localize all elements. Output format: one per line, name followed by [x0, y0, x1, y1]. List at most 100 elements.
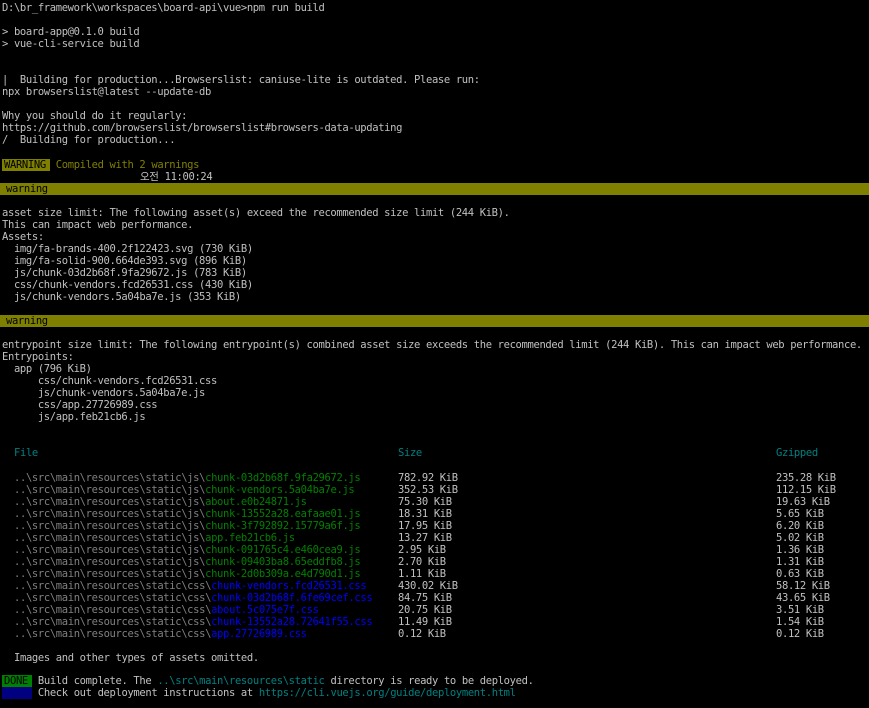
table-row-gzipped: 58.12 KiB [776, 580, 830, 592]
file-path-prefix: ..\src\main\resources\static\js\ [14, 568, 206, 580]
table-row-gzipped: 6.20 KiB [776, 520, 824, 532]
table-row-size: 782.92 KiB [398, 472, 458, 484]
file-path-prefix: ..\src\main\resources\static\js\ [14, 472, 206, 484]
table-row-size: 11.49 KiB [398, 616, 452, 628]
file-name: chunk-091765c4.e460cea9.js [205, 544, 361, 556]
file-name: chunk-vendors.fcd26531.css [211, 580, 367, 592]
table-row-file: ..\src\main\resources\static\css\chunk-0… [14, 592, 373, 604]
file-name: app.feb21cb6.js [205, 532, 295, 544]
file-name: chunk-2d0b309a.e4d790d1.js [205, 568, 361, 580]
asset-line: img/fa-brands-400.2f122423.svg (730 KiB) [2, 243, 253, 255]
table-row-size: 2.95 KiB [398, 544, 446, 556]
table-row-file: ..\src\main\resources\static\js\chunk-13… [14, 508, 361, 520]
table-row-gzipped: 0.63 KiB [776, 568, 824, 580]
warning-line: This can impact web performance. [2, 219, 194, 231]
table-row-file: ..\src\main\resources\static\js\chunk-03… [14, 472, 361, 484]
file-name: about.e0b24871.js [205, 496, 307, 508]
file-name: chunk-03d2b68f.9fa29672.js [205, 472, 361, 484]
file-name: about.5c075e7f.css [211, 604, 319, 616]
warning-line: Entrypoints: [2, 351, 74, 363]
file-path-prefix: ..\src\main\resources\static\css\ [14, 616, 212, 628]
file-path-prefix: ..\src\main\resources\static\js\ [14, 532, 206, 544]
build-output-line: https://github.com/browserslist/browsers… [2, 122, 403, 134]
table-row-file: ..\src\main\resources\static\js\chunk-09… [14, 544, 361, 556]
file-name: chunk-13552a28.eafaae01.js [205, 508, 361, 520]
file-column-header: File [14, 447, 38, 459]
entrypoint-line: css/chunk-vendors.fcd26531.css [2, 375, 218, 387]
table-row-size: 13.27 KiB [398, 532, 452, 544]
table-row-file: ..\src\main\resources\static\css\chunk-v… [14, 580, 367, 592]
table-row-file: ..\src\main\resources\static\js\chunk-2d… [14, 568, 361, 580]
entrypoint-line: css/app.27726989.css [2, 399, 158, 411]
file-name: chunk-3f792892.15779a6f.js [205, 520, 361, 532]
file-path-prefix: ..\src\main\resources\static\css\ [14, 592, 212, 604]
command-line: D:\br_framework\workspaces\board-api\vue… [2, 2, 325, 14]
entrypoint-line: js/chunk-vendors.5a04ba7e.js [2, 387, 206, 399]
build-complete-text: Build complete. The [37, 675, 158, 687]
warning-line: entrypoint size limit: The following ent… [2, 339, 862, 351]
table-row-file: ..\src\main\resources\static\js\chunk-3f… [14, 520, 361, 532]
table-row-gzipped: 235.28 KiB [776, 472, 836, 484]
file-path-prefix: ..\src\main\resources\static\js\ [14, 544, 206, 556]
table-row-size: 1.11 KiB [398, 568, 446, 580]
table-row-gzipped: 19.63 KiB [776, 496, 830, 508]
entrypoint-line: app (796 KiB) [2, 363, 92, 375]
file-name: chunk-09403ba8.65eddfb8.js [205, 556, 361, 568]
build-output-line: Why you should do it regularly: [2, 110, 188, 122]
file-path-prefix: ..\src\main\resources\static\js\ [14, 520, 206, 532]
file-path-prefix: ..\src\main\resources\static\css\ [14, 628, 212, 640]
warning-bar: warning [0, 183, 869, 195]
entrypoint-line: js/app.feb21cb6.js [2, 411, 146, 423]
table-row-file: ..\src\main\resources\static\js\about.e0… [14, 496, 307, 508]
deploy-info-line: INFO Check out deployment instructions a… [2, 687, 516, 699]
file-path-prefix: ..\src\main\resources\static\js\ [14, 484, 206, 496]
table-row-file: ..\src\main\resources\static\css\about.5… [14, 604, 319, 616]
compiled-status-text: Compiled with 2 warnings [55, 159, 200, 171]
table-row-gzipped: 5.02 KiB [776, 532, 824, 544]
compiled-timestamp: 오전 11:00:24 [140, 171, 213, 183]
build-output-line: | Building for production...Browserslist… [2, 74, 480, 86]
file-path-prefix: ..\src\main\resources\static\css\ [14, 580, 212, 592]
warning-badge: WARNING [2, 159, 50, 171]
file-name: chunk-13552a28.72641f55.css [211, 616, 373, 628]
table-row-size: 84.75 KiB [398, 592, 452, 604]
asset-line: js/chunk-vendors.5a04ba7e.js (353 KiB) [2, 291, 241, 303]
file-name: chunk-03d2b68f.6fe69cef.css [211, 592, 373, 604]
table-row-size: 430.02 KiB [398, 580, 458, 592]
table-row-file: ..\src\main\resources\static\css\app.277… [14, 628, 307, 640]
table-row-file: ..\src\main\resources\static\js\chunk-09… [14, 556, 361, 568]
build-complete-line: DONE Build complete. The ..\src\main\res… [2, 675, 534, 687]
file-path-prefix: ..\src\main\resources\static\js\ [14, 496, 206, 508]
table-row-gzipped: 112.15 KiB [776, 484, 836, 496]
build-output-line: npx browserslist@latest --update-db [2, 86, 212, 98]
table-row-size: 18.31 KiB [398, 508, 452, 520]
table-row-file: ..\src\main\resources\static\css\chunk-1… [14, 616, 373, 628]
table-row-file: ..\src\main\resources\static\js\app.feb2… [14, 532, 295, 544]
file-path-prefix: ..\src\main\resources\static\css\ [14, 604, 212, 616]
npm-script-line: > board-app@0.1.0 build [2, 26, 140, 38]
compiled-status-line: WARNING Compiled with 2 warnings [2, 159, 199, 171]
deployment-guide-link[interactable]: https://cli.vuejs.org/guide/deployment.h… [259, 687, 516, 699]
table-row-gzipped: 1.54 KiB [776, 616, 824, 628]
table-row-size: 17.95 KiB [398, 520, 452, 532]
table-row-gzipped: 5.65 KiB [776, 508, 824, 520]
file-name: app.27726989.css [211, 628, 307, 640]
terminal-window[interactable]: D:\br_framework\workspaces\board-api\vue… [0, 0, 869, 708]
done-badge: DONE [2, 675, 32, 687]
table-row-size: 352.53 KiB [398, 484, 458, 496]
warning-line: Assets: [2, 231, 44, 243]
gzipped-column-header: Gzipped [776, 447, 818, 459]
asset-line: img/fa-solid-900.664de393.svg (896 KiB) [2, 255, 247, 267]
build-output-line: / Building for production... [2, 134, 176, 146]
asset-line: js/chunk-03d2b68f.9fa29672.js (783 KiB) [2, 267, 247, 279]
warning-bar: warning [0, 315, 869, 327]
size-column-header: Size [398, 447, 422, 459]
warning-line: asset size limit: The following asset(s)… [2, 207, 510, 219]
table-row-gzipped: 3.51 KiB [776, 604, 824, 616]
table-row-size: 20.75 KiB [398, 604, 452, 616]
npm-script-line: > vue-cli-service build [2, 38, 140, 50]
build-complete-suffix: directory is ready to be deployed. [324, 675, 534, 687]
table-row-size: 0.12 KiB [398, 628, 446, 640]
table-row-size: 75.30 KiB [398, 496, 452, 508]
table-row-gzipped: 1.31 KiB [776, 556, 824, 568]
